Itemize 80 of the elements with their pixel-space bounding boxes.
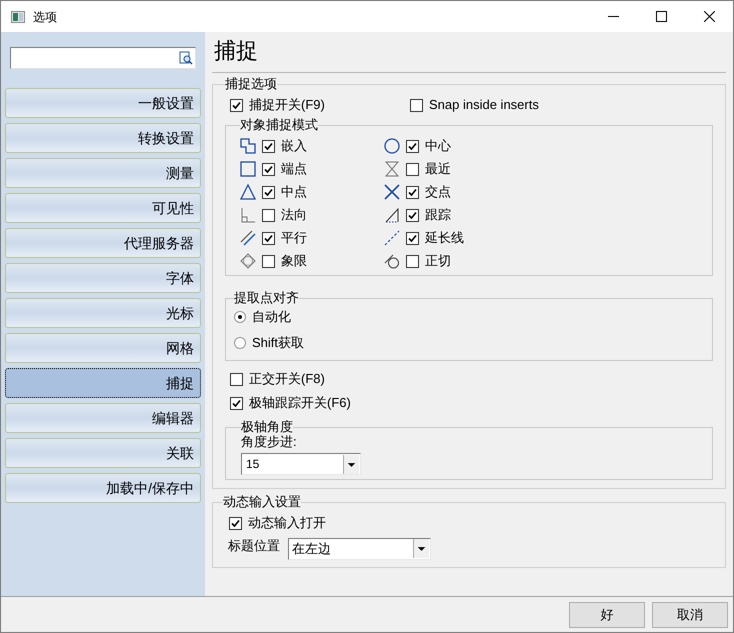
radio-button[interactable]	[234, 311, 246, 323]
app-icon	[11, 10, 25, 22]
insert-icon	[240, 138, 256, 154]
checkbox-label: 法向	[281, 207, 307, 223]
right-angle-icon	[240, 207, 256, 223]
radio-label: Shift获取	[252, 334, 304, 352]
angle-step-dropdown[interactable]: 15	[241, 453, 361, 475]
sidebar-item[interactable]: 网格	[5, 333, 201, 363]
checkbox[interactable]	[406, 232, 419, 244]
window-title: 选项	[33, 8, 57, 26]
checkbox-label: 正交开关(F8)	[249, 371, 325, 387]
checkbox-label: Snap inside inserts	[429, 97, 539, 113]
checkbox-label: 交点	[425, 184, 451, 200]
checkbox-label: 平行	[281, 230, 307, 246]
sidebar-item[interactable]: 加载中/保存中	[5, 473, 201, 503]
radio-label: 自动化	[252, 308, 291, 326]
checkbox[interactable]	[230, 372, 243, 386]
checkbox[interactable]	[406, 140, 419, 152]
checkbox-label: 捕捉开关(F9)	[249, 97, 325, 113]
sidebar-item[interactable]: 代理服务器	[5, 228, 201, 258]
checkbox[interactable]	[230, 98, 243, 112]
checkbox[interactable]	[262, 162, 275, 176]
square-icon	[240, 161, 256, 177]
tangent-icon	[384, 253, 400, 269]
checkbox[interactable]	[262, 232, 275, 244]
checkbox[interactable]	[262, 254, 275, 268]
field-label: 角度步进:	[241, 434, 297, 449]
group-title: 提取点对齐	[234, 291, 299, 305]
group-title: 极轴角度	[241, 420, 293, 434]
dialog-button[interactable]: 好	[569, 602, 645, 628]
checkbox-label: 极轴跟踪开关(F6)	[249, 395, 351, 411]
checkbox-label: 中点	[281, 184, 307, 200]
checkbox[interactable]	[406, 162, 419, 176]
sidebar-item[interactable]: 编辑器	[5, 403, 201, 433]
checkbox[interactable]	[262, 186, 275, 198]
field-label: 标题位置	[228, 537, 280, 555]
checkbox-label: 中心	[425, 138, 451, 154]
hourglass-icon	[384, 161, 400, 177]
sidebar-item[interactable]: 关联	[5, 438, 201, 468]
checkbox[interactable]	[262, 140, 275, 152]
checkbox-label: 最近	[425, 161, 451, 177]
checkbox[interactable]	[406, 254, 419, 268]
triangle-icon	[240, 184, 256, 200]
search-field[interactable]	[10, 47, 196, 69]
page-heading: 捕捉	[214, 37, 258, 65]
checkbox-label: 正切	[425, 253, 451, 269]
checkbox[interactable]	[410, 98, 423, 112]
group-title: 动态输入设置	[223, 495, 301, 509]
checkbox[interactable]	[229, 516, 242, 530]
checkbox[interactable]	[406, 186, 419, 198]
group-title: 捕捉选项	[225, 77, 277, 91]
search-icon[interactable]	[179, 51, 193, 65]
checkbox[interactable]	[262, 208, 275, 222]
checkbox-label: 动态输入打开	[248, 515, 326, 531]
cross-icon	[384, 184, 400, 200]
checkbox-label: 端点	[281, 161, 307, 177]
sidebar-item[interactable]: 可见性	[5, 193, 201, 223]
caption-position-dropdown[interactable]: 在左边	[288, 538, 431, 560]
sidebar-item[interactable]: 字体	[5, 263, 201, 293]
sidebar-item[interactable]: 测量	[5, 158, 201, 188]
checkbox-label: 嵌入	[281, 138, 307, 154]
circle-icon	[384, 138, 400, 154]
dialog-button[interactable]: 取消	[652, 602, 728, 628]
checkbox[interactable]	[230, 396, 243, 410]
checkbox-label: 延长线	[425, 230, 464, 246]
checkbox-label: 跟踪	[425, 207, 451, 223]
checkbox-label: 象限	[281, 253, 307, 269]
maximize-icon[interactable]	[656, 11, 667, 22]
diamond-icon	[240, 253, 256, 269]
tracking-icon	[384, 207, 400, 223]
parallel-icon	[240, 230, 256, 246]
sidebar-item[interactable]: 转换设置	[5, 123, 201, 153]
close-icon[interactable]	[704, 11, 715, 22]
checkbox[interactable]	[406, 208, 419, 222]
dashed-line-icon	[384, 230, 400, 246]
group-title: 对象捕捉模式	[240, 118, 318, 132]
sidebar-item[interactable]: 一般设置	[5, 88, 201, 118]
sidebar-item[interactable]: 捕捉	[5, 368, 201, 398]
sidebar-item[interactable]: 光标	[5, 298, 201, 328]
radio-button[interactable]	[234, 337, 246, 349]
